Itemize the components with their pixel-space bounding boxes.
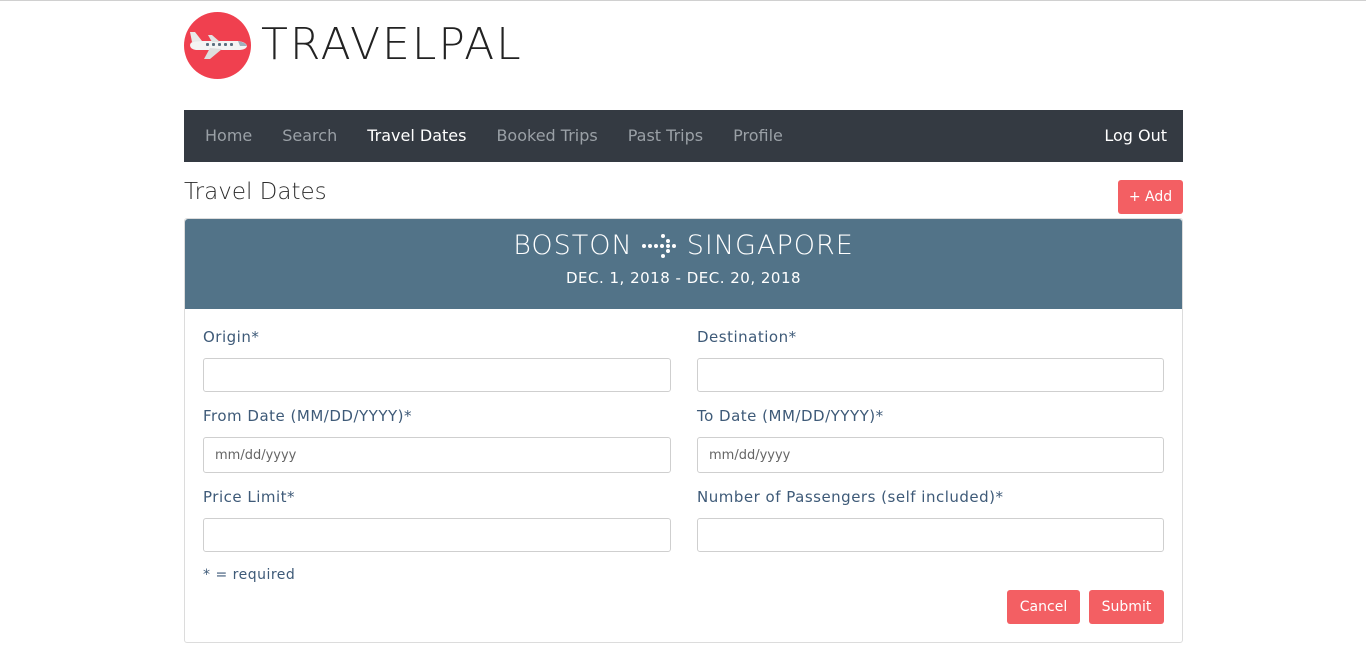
airplane-icon [184, 11, 251, 79]
price-limit-input[interactable] [203, 518, 671, 552]
passengers-field-group: Number of Passengers (self included)* [697, 488, 1164, 552]
price-limit-label: Price Limit* [203, 488, 296, 506]
brand-logo[interactable]: TRAVELPAL [184, 11, 523, 79]
cancel-button[interactable]: Cancel [1007, 590, 1080, 624]
nav-item-search[interactable]: Search [267, 110, 352, 162]
nav-item-past-trips[interactable]: Past Trips [613, 110, 718, 162]
required-note: * = required [203, 567, 296, 583]
to-date-field-group: To Date (MM/DD/YYYY)* [697, 407, 1164, 473]
trip-header: BOSTON SINGAPORE DEC. 1, 2018 - DEC. 20,… [185, 219, 1182, 309]
trip-date-range: DEC. 1, 2018 - DEC. 20, 2018 [565, 269, 802, 287]
add-button[interactable]: + Add [1118, 180, 1183, 214]
origin-field-group: Origin* [203, 328, 671, 392]
origin-label: Origin* [203, 328, 260, 346]
main-navbar: Home Search Travel Dates Booked Trips Pa… [184, 110, 1183, 162]
passengers-input[interactable] [697, 518, 1164, 552]
from-date-input[interactable] [203, 437, 671, 473]
trip-destination: SINGAPORE [686, 230, 854, 261]
destination-label: Destination* [697, 328, 797, 346]
from-date-label: From Date (MM/DD/YYYY)* [203, 407, 412, 425]
passengers-label: Number of Passengers (self included)* [697, 488, 1004, 506]
nav-item-home[interactable]: Home [190, 110, 267, 162]
trip-route: BOSTON SINGAPORE [185, 219, 1182, 261]
to-date-input[interactable] [697, 437, 1164, 473]
travel-date-card: BOSTON SINGAPORE DEC. 1, 2018 - DEC. 20,… [184, 218, 1183, 643]
from-date-field-group: From Date (MM/DD/YYYY)* [203, 407, 671, 473]
trip-origin: BOSTON [513, 230, 633, 261]
origin-input[interactable] [203, 358, 671, 392]
nav-item-profile[interactable]: Profile [718, 110, 798, 162]
dotted-arrow-right-icon [641, 231, 679, 261]
to-date-label: To Date (MM/DD/YYYY)* [697, 407, 884, 425]
nav-item-travel-dates[interactable]: Travel Dates [352, 110, 481, 162]
destination-field-group: Destination* [697, 328, 1164, 392]
page-title: Travel Dates [184, 179, 327, 205]
logout-link[interactable]: Log Out [1089, 110, 1183, 162]
destination-input[interactable] [697, 358, 1164, 392]
price-limit-field-group: Price Limit* [203, 488, 671, 552]
brand-name: TRAVELPAL [261, 19, 523, 70]
nav-item-booked-trips[interactable]: Booked Trips [481, 110, 612, 162]
submit-button[interactable]: Submit [1089, 590, 1164, 624]
